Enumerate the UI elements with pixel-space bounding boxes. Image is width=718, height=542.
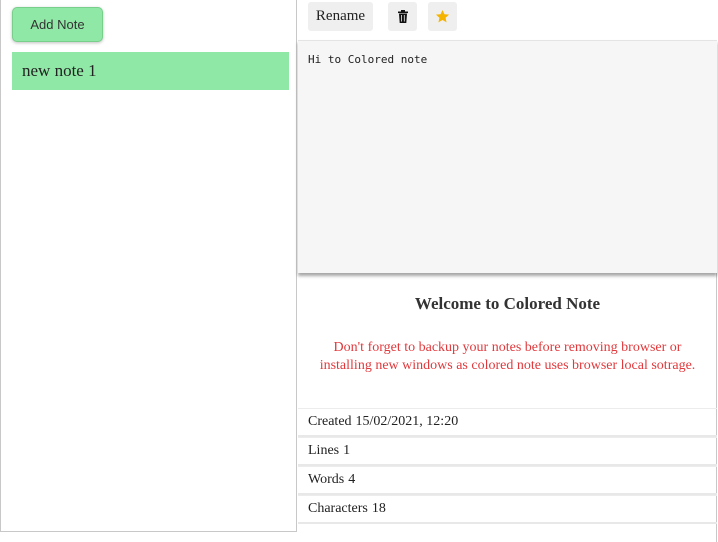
stat-label: Words <box>308 472 345 487</box>
delete-button[interactable] <box>388 2 417 31</box>
list-item[interactable]: new note 1 <box>12 52 289 90</box>
stat-value: 1 <box>343 443 351 458</box>
stat-lines: Lines 1 <box>298 437 717 466</box>
note-stats: Created 15/02/2021, 12:20 Lines 1 Words … <box>298 408 717 524</box>
stat-label: Lines <box>308 443 340 458</box>
note-list: new note 1 <box>12 52 289 90</box>
sidebar: Add Note new note 1 <box>0 0 297 532</box>
welcome-title: Welcome to Colored Note <box>414 294 601 313</box>
stat-label: Created <box>308 414 352 429</box>
app: Add Note new note 1 Rename Hi to Colored… <box>0 0 718 542</box>
stat-value: 4 <box>348 472 356 487</box>
stat-created: Created 15/02/2021, 12:20 <box>298 408 717 437</box>
rename-button[interactable]: Rename <box>308 2 373 31</box>
backup-warning: Don't forget to backup your notes before… <box>319 340 696 373</box>
stat-value: 15/02/2021, 12:20 <box>355 414 459 429</box>
stat-characters: Characters 18 <box>298 495 717 524</box>
note-toolbar: Rename <box>298 0 717 40</box>
stat-words: Words 4 <box>298 466 717 495</box>
star-icon <box>435 9 450 23</box>
favorite-button[interactable] <box>428 2 457 31</box>
trash-icon <box>397 10 408 23</box>
note-editor[interactable]: Hi to Colored note <box>298 40 717 273</box>
stat-label: Characters <box>308 501 368 516</box>
add-note-button[interactable]: Add Note <box>12 7 103 42</box>
note-panel: Rename Hi to Colored note Welcome to Col… <box>298 0 717 542</box>
stat-value: 18 <box>371 501 386 516</box>
